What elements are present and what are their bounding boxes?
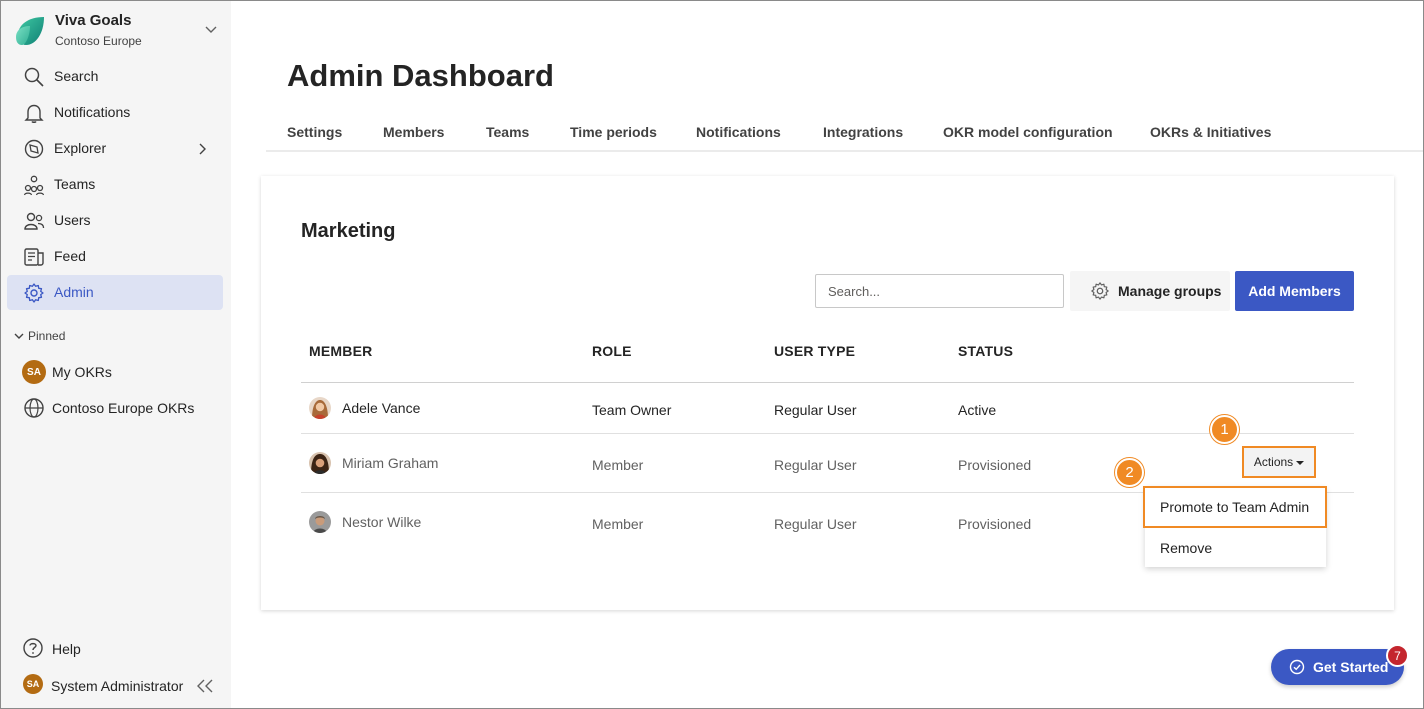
tab-notifications[interactable]: Notifications — [696, 124, 781, 140]
feed-icon — [24, 248, 44, 266]
column-header-member[interactable]: MEMBER — [309, 343, 372, 359]
app-switcher[interactable]: Viva Goals Contoso Europe — [14, 12, 224, 52]
viva-goals-logo-icon — [16, 17, 44, 45]
tab-integrations[interactable]: Integrations — [823, 124, 903, 140]
tab-members[interactable]: Members — [383, 124, 444, 140]
pinned-item-label: Contoso Europe OKRs — [52, 400, 195, 416]
column-header-status[interactable]: STATUS — [958, 343, 1013, 359]
get-started-count-badge: 7 — [1386, 644, 1409, 667]
avatar: SA — [23, 674, 43, 694]
sidebar-item-label: Feed — [54, 248, 86, 264]
check-circle-icon — [1289, 659, 1305, 675]
column-header-role[interactable]: ROLE — [592, 343, 632, 359]
sidebar-item-label: Notifications — [54, 104, 131, 120]
admin-tabs: Settings Members Teams Time periods Noti… — [266, 112, 1424, 152]
sidebar-item-label: Search — [54, 68, 99, 84]
actions-menu: Promote to Team Admin Remove — [1143, 486, 1327, 567]
row-divider — [301, 433, 1354, 434]
app-name: Viva Goals — [55, 12, 132, 29]
member-name: Nestor Wilke — [342, 514, 422, 530]
actions-label: Actions — [1253, 455, 1294, 469]
avatar — [309, 511, 331, 533]
team-name: Marketing — [301, 220, 396, 242]
sidebar-item-label: Users — [54, 212, 91, 228]
sidebar-item-notifications[interactable]: Notifications — [7, 95, 223, 130]
member-role: Member — [592, 457, 644, 473]
actions-dropdown-button[interactable]: Actions — [1242, 446, 1316, 478]
add-members-button[interactable]: Add Members — [1235, 271, 1354, 311]
sidebar-item-feed[interactable]: Feed — [7, 239, 223, 274]
column-header-user-type[interactable]: USER TYPE — [774, 343, 855, 359]
pinned-label: Pinned — [28, 329, 66, 343]
sidebar-item-explorer[interactable]: Explorer — [7, 131, 223, 166]
sidebar-item-label: Admin — [54, 284, 94, 300]
get-started-label: Get Started — [1313, 659, 1389, 675]
header-divider — [301, 382, 1354, 383]
sidebar-item-admin[interactable]: Admin — [7, 275, 223, 310]
member-user-type: Regular User — [774, 457, 857, 473]
page-title: Admin Dashboard — [287, 58, 554, 93]
org-name: Contoso Europe — [55, 34, 142, 48]
sidebar-item-users[interactable]: Users — [7, 203, 223, 238]
tab-okrs-initiatives[interactable]: OKRs & Initiatives — [1150, 124, 1271, 140]
callout-badge-1: 1 — [1210, 415, 1239, 444]
chevron-down-icon — [14, 333, 24, 339]
sidebar: Viva Goals Contoso Europe Search Notific… — [0, 0, 231, 709]
search-icon — [24, 67, 44, 87]
sidebar-item-label: Teams — [54, 176, 96, 192]
manage-groups-label: Manage groups — [1118, 283, 1222, 299]
menu-item-remove[interactable]: Remove — [1145, 529, 1326, 567]
pinned-item-label: My OKRs — [52, 364, 112, 380]
gear-icon — [24, 283, 44, 303]
callout-badge-2: 2 — [1115, 458, 1144, 487]
user-name: System Administrator — [51, 678, 184, 694]
member-status: Active — [958, 402, 997, 418]
caret-down-icon — [1296, 460, 1305, 465]
bell-icon — [24, 104, 44, 123]
member-role: Team Owner — [592, 402, 672, 418]
member-status: Provisioned — [958, 516, 1032, 532]
pinned-section-toggle[interactable]: Pinned — [14, 329, 65, 343]
tab-okr-model-configuration[interactable]: OKR model configuration — [943, 124, 1113, 140]
help-label: Help — [52, 641, 81, 657]
avatar — [309, 452, 331, 474]
team-members-card: Marketing Manage groups Add Members MEMB… — [261, 176, 1394, 610]
member-name: Miriam Graham — [342, 455, 439, 471]
sidebar-item-search[interactable]: Search — [7, 59, 223, 94]
tab-time-periods[interactable]: Time periods — [570, 124, 657, 140]
member-name: Adele Vance — [342, 400, 421, 416]
search-input[interactable] — [815, 274, 1064, 308]
chevron-right-icon — [199, 143, 206, 155]
people-icon — [24, 212, 45, 230]
chevron-down-icon — [205, 26, 217, 33]
sidebar-item-teams[interactable]: Teams — [7, 167, 223, 202]
gear-icon — [1091, 282, 1109, 300]
get-started-button[interactable]: Get Started — [1271, 649, 1404, 685]
tab-teams[interactable]: Teams — [486, 124, 529, 140]
globe-icon — [24, 398, 44, 418]
collapse-sidebar-icon[interactable] — [196, 678, 214, 694]
people-team-icon — [23, 175, 45, 196]
member-role: Member — [592, 516, 644, 532]
help-icon — [23, 638, 43, 658]
menu-item-promote-to-team-admin[interactable]: Promote to Team Admin — [1143, 486, 1327, 528]
manage-groups-button[interactable]: Manage groups — [1070, 271, 1230, 311]
member-user-type: Regular User — [774, 516, 857, 532]
member-user-type: Regular User — [774, 402, 857, 418]
avatar: SA — [22, 360, 46, 384]
member-status: Provisioned — [958, 457, 1032, 473]
sidebar-item-label: Explorer — [54, 140, 107, 156]
avatar — [309, 397, 331, 419]
compass-icon — [24, 139, 44, 159]
tab-settings[interactable]: Settings — [287, 124, 342, 140]
